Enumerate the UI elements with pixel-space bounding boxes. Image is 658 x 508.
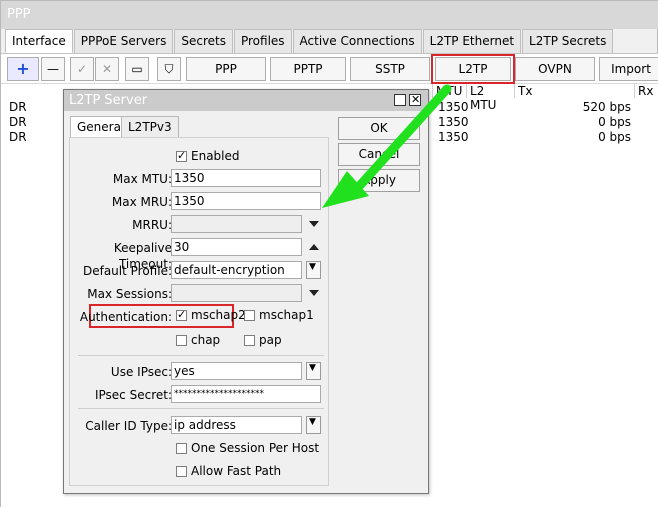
one-session-label: One Session Per Host (191, 441, 320, 455)
max-mtu-label: Max MTU: (112, 172, 172, 186)
maximize-icon[interactable] (394, 94, 406, 106)
collapse-keepalive-icon[interactable] (309, 244, 319, 250)
tab-l2tp-ethernet[interactable]: L2TP Ethernet (422, 29, 522, 53)
enable-button[interactable]: ✓ (70, 57, 94, 81)
ovpn-server-button[interactable]: OVPN Server (515, 57, 595, 98)
row-mtu: 1350 (438, 100, 469, 114)
l2tp-server-dialog: L2TP Server ✕ General L2TPv3 ✓ Enabled M… (63, 89, 429, 494)
tab-l2tp-secrets[interactable]: L2TP Secrets (522, 29, 614, 53)
mrru-field[interactable] (171, 215, 302, 233)
check-icon: ✓ (76, 62, 88, 76)
toolbar: + ▼ — ✓ ✕ ▭ ⛉ PPP Scanner PPTP Server SS… (1, 53, 658, 99)
row-name: DR (9, 100, 27, 114)
enabled-label: Enabled (191, 149, 240, 163)
close-icon[interactable]: ✕ (409, 94, 421, 106)
ok-button[interactable]: OK (338, 117, 420, 140)
column-tx[interactable]: Tx (514, 84, 634, 98)
row-tx: 0 bps (598, 115, 631, 129)
chevron-down-icon: ▼ (309, 363, 316, 373)
max-mru-field[interactable]: 1350 (171, 192, 321, 210)
authentication-label: Authentication: (79, 310, 172, 324)
use-ipsec-select[interactable]: yes (171, 362, 302, 380)
tab-active-connections[interactable]: Active Connections (292, 29, 422, 53)
row-tx: 0 bps (598, 130, 631, 144)
disable-button[interactable]: ✕ (95, 57, 119, 81)
caller-id-label: Caller ID Type: (85, 419, 172, 433)
default-profile-label: Default Profile: (82, 264, 172, 278)
use-ipsec-dropdown-button[interactable]: ▼ (306, 362, 321, 380)
pap-label: pap (259, 333, 282, 347)
section-divider (78, 355, 324, 356)
tab-interface[interactable]: Interface (5, 29, 73, 53)
ppp-scanner-button[interactable]: PPP Scanner (186, 57, 266, 98)
allow-fast-path-label: Allow Fast Path (191, 464, 282, 478)
chap-label: chap (191, 333, 221, 347)
column-mtu[interactable]: MTU (432, 84, 466, 98)
max-sessions-label: Max Sessions: (87, 287, 172, 301)
caller-id-select[interactable]: ip address (171, 416, 302, 434)
use-ipsec-label: Use IPsec: (110, 365, 172, 379)
allow-fast-path-checkbox[interactable] (176, 466, 187, 477)
ipsec-secret-field[interactable]: ******************** (171, 385, 321, 403)
mschap1-label: mschap1 (259, 308, 314, 322)
tab-secrets[interactable]: Secrets (174, 29, 233, 53)
pap-checkbox[interactable] (244, 335, 255, 346)
tab-profiles[interactable]: Profiles (233, 29, 292, 53)
max-mtu-field[interactable]: 1350 (171, 169, 321, 187)
column-rx[interactable]: Rx (634, 84, 658, 98)
mschap2-label: mschap2 (191, 308, 246, 322)
row-name: DR (9, 130, 27, 144)
cancel-button[interactable]: Cancel (338, 143, 420, 166)
add-button[interactable]: + ▼ (7, 57, 39, 99)
chap-checkbox[interactable] (176, 335, 187, 346)
l2tp-server-highlight (431, 54, 515, 84)
caller-id-dropdown-button[interactable]: ▼ (306, 416, 321, 434)
one-session-checkbox[interactable] (176, 443, 187, 454)
section-divider (78, 408, 324, 409)
import-ovpn-button[interactable]: Import .ovpn (599, 57, 658, 81)
default-profile-select[interactable]: default-encryption (171, 261, 302, 279)
default-profile-dropdown-button[interactable]: ▼ (306, 261, 321, 279)
mschap2-checkbox[interactable]: ✓ (176, 308, 187, 321)
expand-max-sessions-icon[interactable] (309, 290, 319, 296)
apply-button[interactable]: Apply (338, 169, 420, 192)
cross-icon: ✕ (101, 62, 113, 76)
filter-button[interactable]: ⛉ (157, 57, 181, 81)
row-mtu: 1350 (438, 115, 469, 129)
enabled-checkbox[interactable]: ✓ (176, 149, 187, 162)
row-name: DR (9, 115, 27, 129)
general-panel: ✓ Enabled Max MTU: 1350 Max MRU: 1350 MR… (69, 137, 329, 486)
comment-button[interactable]: ▭ (125, 57, 149, 81)
minus-icon: — (47, 62, 59, 76)
mrru-label: MRRU: (132, 218, 172, 232)
column-l2-mtu[interactable]: L2 MTU (466, 84, 514, 112)
main-tabs: Interface PPPoE Servers Secrets Profiles… (5, 29, 614, 53)
ppp-window: PPP Interface PPPoE Servers Secrets Prof… (0, 0, 658, 508)
window-title: PPP (1, 1, 658, 29)
chevron-down-icon: ▼ (309, 417, 316, 427)
row-mtu: 1350 (438, 130, 469, 144)
note-icon: ▭ (131, 62, 143, 76)
keepalive-field[interactable]: 30 (171, 238, 302, 256)
remove-button[interactable]: — (41, 57, 65, 81)
chevron-down-icon: ▼ (309, 262, 316, 272)
row-tx: 520 bps (582, 100, 631, 114)
sstp-server-button[interactable]: SSTP Server (350, 57, 430, 98)
expand-mrru-icon[interactable] (309, 221, 319, 227)
mschap1-checkbox[interactable] (244, 310, 255, 321)
max-mru-label: Max MRU: (111, 195, 172, 209)
tab-pppoe-servers[interactable]: PPPoE Servers (73, 29, 174, 53)
max-sessions-field[interactable] (171, 284, 302, 302)
filter-icon: ⛉ (164, 62, 174, 76)
pptp-server-button[interactable]: PPTP Server (270, 57, 346, 98)
ipsec-secret-label: IPsec Secret: (94, 388, 172, 402)
plus-icon: + (16, 59, 30, 78)
dialog-title: L2TP Server (64, 90, 428, 111)
tab-l2tpv3[interactable]: L2TPv3 (121, 116, 179, 138)
